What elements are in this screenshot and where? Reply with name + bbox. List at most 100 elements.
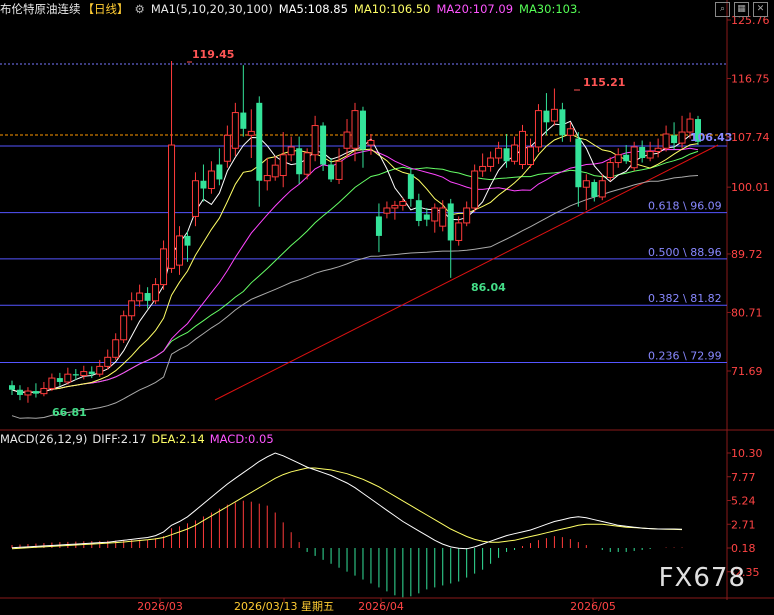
candle-body: [455, 222, 463, 241]
candle-body: [128, 300, 136, 317]
candle-body: [399, 201, 407, 206]
low-annotation: 66.81: [52, 406, 87, 419]
candle-body: [88, 371, 95, 375]
ma20-value: MA20:107.09: [436, 2, 514, 16]
candle-body: [64, 373, 72, 383]
chart-canvas[interactable]: 0.618 \ 96.09 0.500 \ 88.96 0.382 \ 81.82 0…: [0, 0, 774, 615]
ma5-value: MA5:108.85: [278, 2, 348, 16]
candle-body: [407, 174, 414, 199]
macd-tick-label: 10.30: [731, 447, 763, 460]
candle-body: [423, 214, 430, 220]
candle-body: [351, 110, 359, 149]
candle-body: [48, 377, 56, 389]
gear-icon[interactable]: ⚙: [135, 2, 145, 16]
ma30-value: MA30:103.: [519, 2, 581, 16]
candle-body: [72, 374, 79, 376]
candle-body: [375, 216, 382, 236]
diff-line: [11, 452, 683, 550]
low-annotation: 86.04: [471, 281, 506, 294]
last-price-annotation: 106.43: [690, 131, 732, 144]
high-annotation: 119.45: [192, 48, 234, 61]
candle-body: [168, 144, 176, 269]
candle-body: [112, 339, 120, 358]
period-selector[interactable]: 【日线】: [83, 2, 129, 16]
candle-body: [367, 139, 375, 146]
instrument-title: 布伦特原油连续: [0, 2, 81, 16]
candle-body: [160, 248, 168, 286]
candle-body: [559, 109, 566, 136]
candle-body: [320, 125, 327, 165]
candle-body: [511, 144, 519, 162]
candle-body: [463, 207, 471, 224]
candle-body: [479, 165, 487, 172]
candle-body: [256, 102, 263, 181]
macd-header: MACD(26,12,9) DIFF:2.17 DEA:2.14 MACD:0.05: [0, 431, 279, 447]
candle-body: [104, 356, 112, 367]
candle-body: [391, 204, 399, 209]
candle-body: [279, 154, 287, 177]
candle-body: [646, 151, 654, 159]
price-tick-label: 116.75: [731, 72, 770, 85]
candle-body: [678, 131, 686, 144]
dea-line: [11, 467, 683, 550]
macd-dea: DEA:2.14: [151, 432, 205, 446]
candle-body: [247, 130, 255, 136]
price-tick-label: 89.72: [731, 248, 763, 261]
candle-body: [184, 235, 191, 246]
macd-diff: DIFF:2.17: [92, 432, 147, 446]
chart-header: 布伦特原油连续 【日线】 ⚙ MA1(5,10,20,30,100) MA5:108.8…: [0, 0, 774, 18]
trend-line: [214, 144, 719, 401]
ma10-value: MA10:106.50: [353, 2, 431, 16]
candle-body: [200, 180, 207, 189]
candle-body: [439, 207, 447, 227]
candle-body: [191, 180, 199, 217]
candle-body: [487, 157, 495, 167]
candle-body: [9, 385, 15, 390]
candle-body: [287, 146, 295, 156]
candle-body: [80, 371, 88, 376]
search-icon[interactable]: ⌕: [715, 2, 730, 17]
ma100-line: [11, 175, 699, 419]
grid-icon[interactable]: ▦: [734, 2, 749, 17]
close-icon[interactable]: ✕: [753, 2, 768, 17]
candle-body: [144, 293, 151, 301]
candle-body: [216, 164, 223, 180]
candle-body: [575, 138, 582, 188]
candle-body: [207, 170, 215, 190]
candle-body: [582, 180, 590, 188]
candle-body: [311, 125, 319, 156]
ma-indicator-label: MA1(5,10,20,30,100): [150, 2, 273, 16]
candle-body: [335, 160, 343, 180]
candle-body: [639, 146, 646, 159]
candle-body: [359, 110, 366, 150]
candle-body: [271, 164, 279, 178]
candle-body: [431, 207, 439, 222]
candle-body: [447, 203, 454, 241]
candle-body: [231, 112, 239, 149]
candle-body: [152, 284, 160, 302]
candle-body: [56, 378, 63, 382]
candle-body: [503, 148, 510, 162]
candle-body: [96, 365, 104, 375]
candle-body: [32, 391, 39, 394]
candle-body: [526, 146, 534, 166]
candle-body: [16, 389, 23, 395]
candle-body: [136, 292, 144, 302]
fib-label: 0.618 \ 96.09: [648, 200, 722, 213]
candle-body: [550, 108, 558, 122]
candle-body: [296, 148, 303, 175]
macd-tick-label: 7.77: [731, 471, 756, 484]
price-tick-label: 71.69: [731, 365, 763, 378]
candle-body: [630, 146, 638, 169]
candle-body: [176, 235, 184, 266]
candle-body: [519, 130, 527, 166]
candle-body: [598, 180, 606, 198]
macd-value: MACD:0.05: [209, 432, 274, 446]
candle-body: [495, 147, 503, 159]
candle-body: [671, 135, 678, 144]
candle-body: [662, 133, 670, 149]
candle-body: [223, 134, 231, 162]
candle-body: [383, 207, 391, 214]
candle-body: [471, 170, 479, 209]
price-tick-label: 100.01: [731, 181, 770, 194]
